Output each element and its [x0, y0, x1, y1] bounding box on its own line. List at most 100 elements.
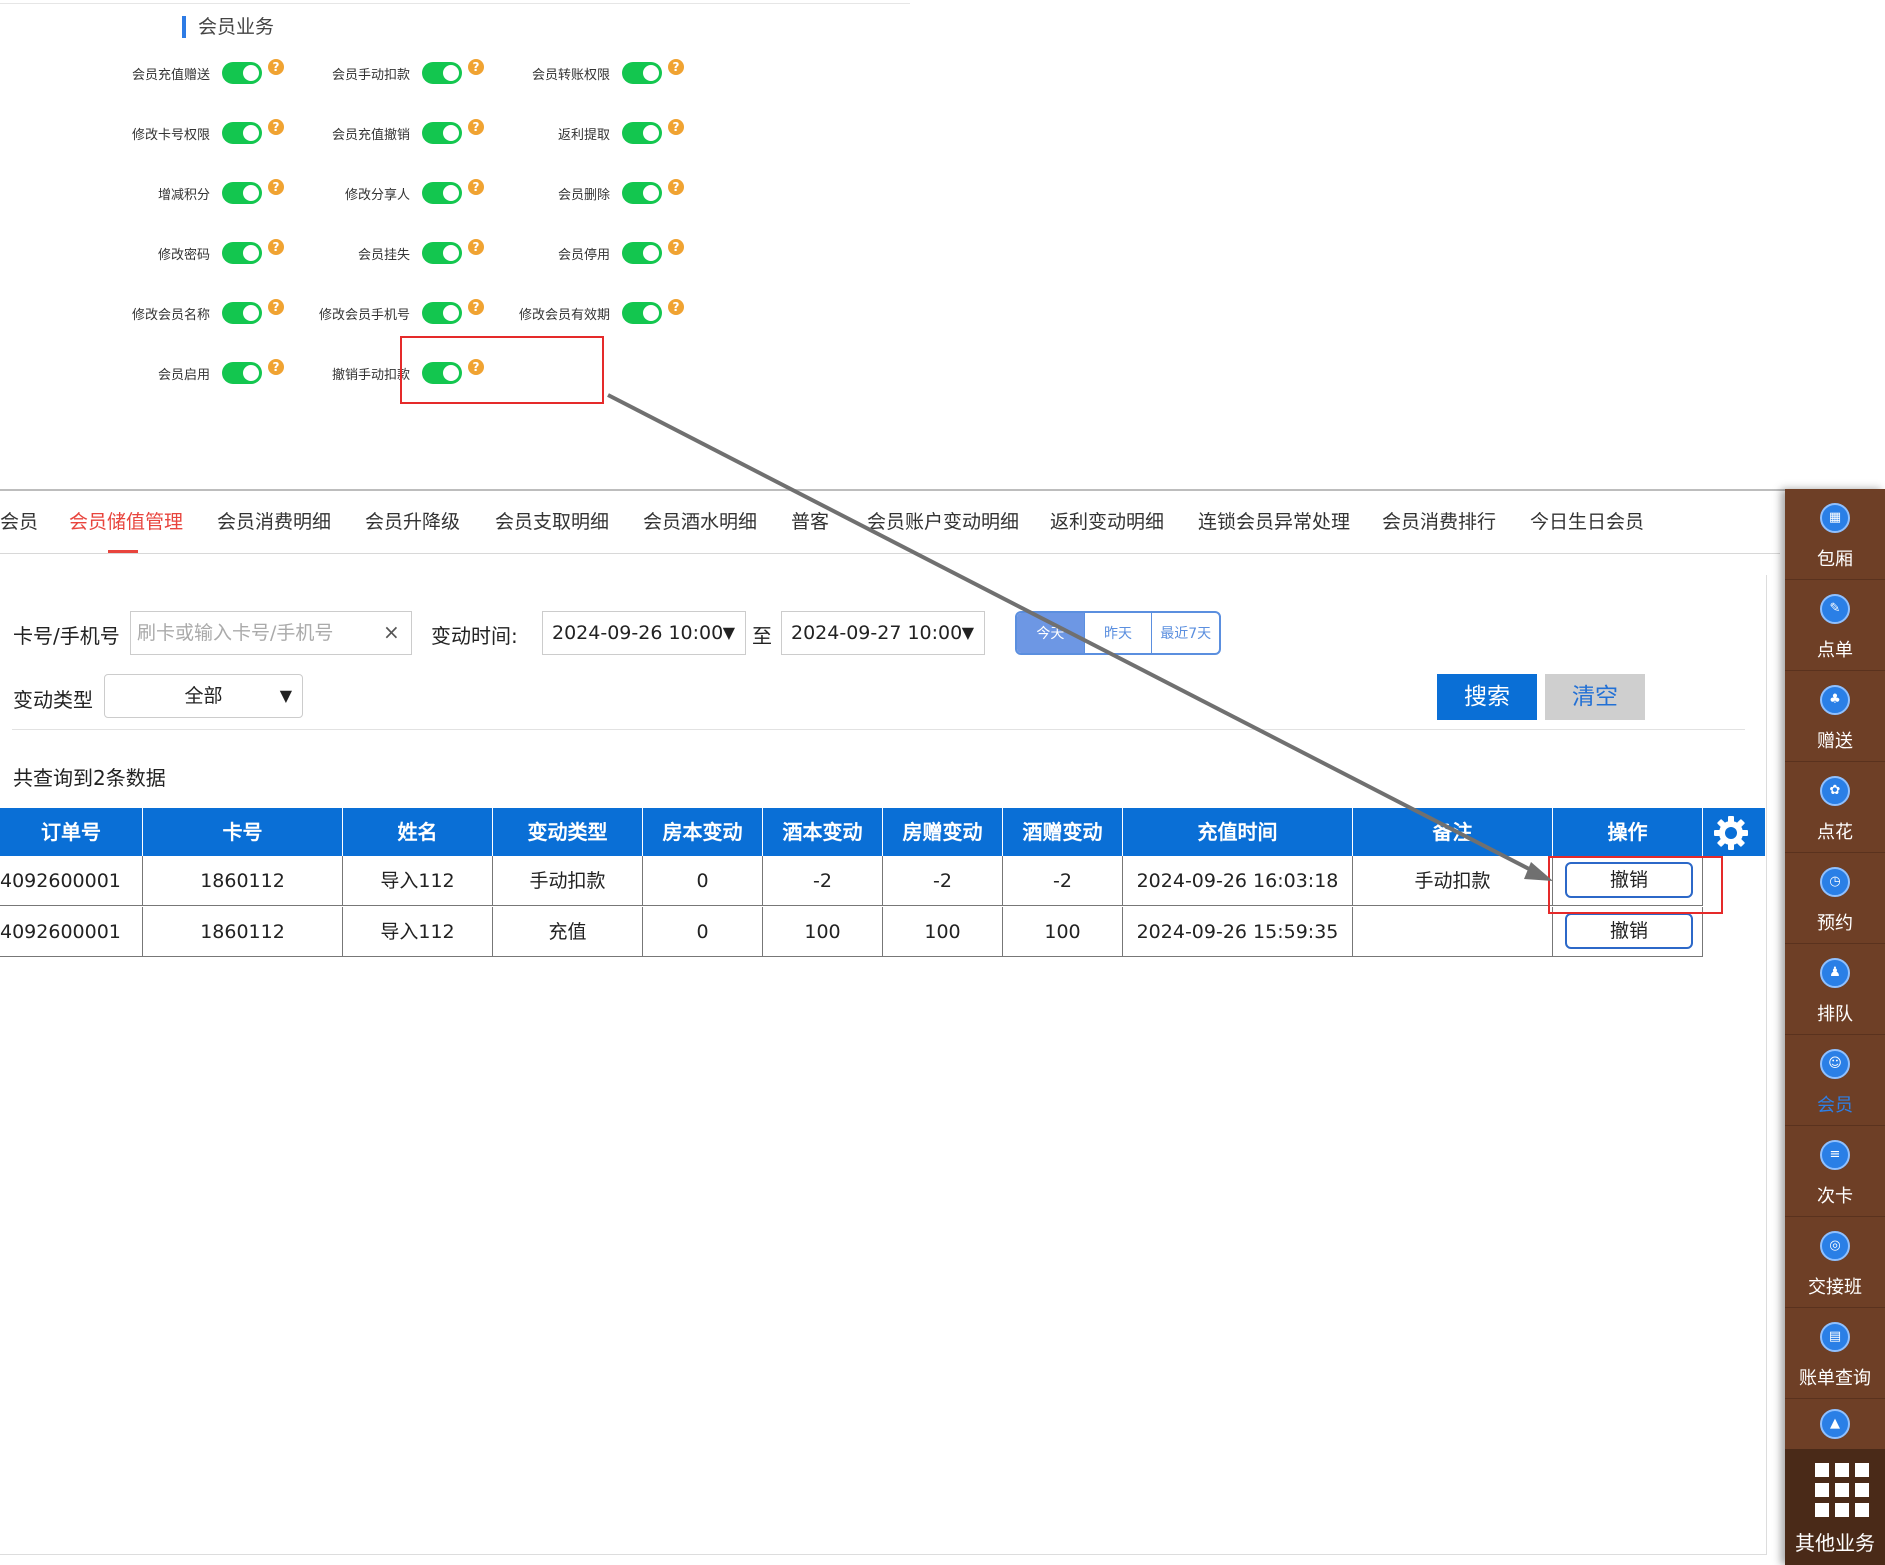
- sidebar-item-flower[interactable]: ✿ 点花: [1785, 762, 1885, 853]
- reserve-icon: ◷: [1820, 867, 1850, 897]
- sidebar-item-reserve[interactable]: ◷ 预约: [1785, 853, 1885, 944]
- tab-member-withdraw[interactable]: 会员支取明细: [495, 496, 609, 554]
- chart-icon: ▲: [1820, 1409, 1850, 1439]
- tab-member-consumption[interactable]: 会员消费明细: [217, 496, 331, 554]
- perm-item: 会员启用?: [72, 356, 284, 390]
- bill-icon: ▤: [1820, 1322, 1850, 1352]
- cell-room-change: 0: [643, 856, 763, 906]
- revoke-button[interactable]: 撤销: [1565, 913, 1693, 949]
- sidebar-item-bill-query[interactable]: ▤ 账单查询: [1785, 1308, 1885, 1399]
- tab-consumption-ranking[interactable]: 会员消费排行: [1382, 496, 1496, 554]
- clear-input-icon[interactable]: ×: [383, 620, 400, 644]
- cell-room-gift-change: -2: [883, 856, 1003, 906]
- toggle-switch[interactable]: [222, 302, 262, 324]
- change-type-value: 全部: [184, 685, 223, 707]
- tab-rebate-changes[interactable]: 返利变动明细: [1050, 496, 1164, 554]
- card-icon: ≡: [1820, 1140, 1850, 1170]
- column-header: 订单号: [0, 808, 143, 856]
- content-panel: [0, 575, 1767, 1555]
- column-header: 酒赠变动: [1003, 808, 1123, 856]
- sidebar-item-report[interactable]: ▲: [1785, 1399, 1885, 1449]
- help-icon[interactable]: ?: [668, 239, 684, 255]
- toggle-switch[interactable]: [222, 242, 262, 264]
- clear-button[interactable]: 清空: [1545, 674, 1645, 720]
- end-time-select[interactable]: 2024-09-27 10:00 ▼: [781, 611, 985, 655]
- chevron-down-icon: ▼: [279, 686, 292, 705]
- tab-account-changes[interactable]: 会员账户变动明细: [867, 496, 1019, 554]
- column-header: 房赠变动: [883, 808, 1003, 856]
- tab-member[interactable]: 会员: [0, 496, 38, 554]
- quick-date-group: 今天 昨天 最近7天: [1015, 611, 1221, 655]
- grid-icon: ▦: [1820, 503, 1850, 533]
- perm-label: 会员删除: [557, 187, 610, 203]
- toggle-switch[interactable]: [422, 62, 462, 84]
- cell-order: 4092600001: [0, 856, 143, 906]
- perm-label: 会员挂失: [357, 247, 410, 263]
- column-header: 姓名: [343, 808, 493, 856]
- help-icon[interactable]: ?: [668, 59, 684, 75]
- perm-item: 修改分享人?: [272, 176, 484, 210]
- toggle-switch[interactable]: [422, 122, 462, 144]
- quick-date-last7[interactable]: 最近7天: [1152, 613, 1219, 653]
- tab-chain-exception[interactable]: 连锁会员异常处理: [1198, 496, 1350, 554]
- toggle-switch[interactable]: [422, 302, 462, 324]
- help-icon[interactable]: ?: [668, 119, 684, 135]
- search-button[interactable]: 搜索: [1437, 674, 1537, 720]
- perm-label: 会员转账权限: [531, 67, 610, 83]
- change-type-select[interactable]: 全部 ▼: [104, 674, 303, 718]
- sidebar-label: 交接班: [1808, 1277, 1862, 1298]
- sidebar-item-member[interactable]: ☺ 会员: [1785, 1035, 1885, 1126]
- sidebar-more-label: 其他业务: [1795, 1531, 1875, 1555]
- cell-remark: 手动扣款: [1353, 856, 1553, 906]
- cell-type: 手动扣款: [493, 856, 643, 906]
- perm-item: 会员挂失?: [272, 236, 484, 270]
- toggle-switch[interactable]: [222, 362, 262, 384]
- help-icon[interactable]: ?: [668, 299, 684, 315]
- sidebar-item-queue[interactable]: ♟ 排队: [1785, 944, 1885, 1035]
- tab-member-level[interactable]: 会员升降级: [365, 496, 460, 554]
- result-count: 共查询到2条数据: [13, 766, 166, 790]
- start-time-select[interactable]: 2024-09-26 10:00 ▼: [542, 611, 746, 655]
- help-icon[interactable]: ?: [668, 179, 684, 195]
- sidebar-label: 点花: [1817, 822, 1853, 843]
- toggle-switch[interactable]: [622, 62, 662, 84]
- sidebar-more-button[interactable]: 其他业务: [1785, 1449, 1885, 1565]
- sidebar-item-count-card[interactable]: ≡ 次卡: [1785, 1126, 1885, 1217]
- gift-icon: ♣: [1820, 685, 1850, 715]
- toggle-switch[interactable]: [622, 242, 662, 264]
- perm-label: 修改密码: [157, 247, 210, 263]
- table-row: 4092600001 1860112 导入112 充值 0 100 100 10…: [0, 907, 1703, 957]
- member-icon: ☺: [1820, 1049, 1850, 1079]
- sidebar-item-order[interactable]: ✎ 点单: [1785, 580, 1885, 671]
- tab-member-stored-value[interactable]: 会员储值管理: [69, 496, 183, 554]
- sidebar-label: 次卡: [1817, 1186, 1853, 1207]
- toggle-switch[interactable]: [222, 62, 262, 84]
- toggle-switch[interactable]: [222, 182, 262, 204]
- tab-regular-guest[interactable]: 普客: [791, 496, 829, 554]
- quick-date-yesterday[interactable]: 昨天: [1085, 613, 1153, 653]
- sidebar-item-shift[interactable]: ◎ 交接班: [1785, 1217, 1885, 1308]
- perm-item: 增减积分?: [72, 176, 284, 210]
- time-range-separator: 至: [752, 624, 772, 648]
- tab-member-drinks[interactable]: 会员酒水明细: [643, 496, 757, 554]
- chevron-down-icon: ▼: [961, 623, 974, 642]
- toggle-switch[interactable]: [622, 122, 662, 144]
- gear-icon[interactable]: [1712, 814, 1750, 852]
- column-header: 酒本变动: [763, 808, 883, 856]
- sidebar-item-rooms[interactable]: ▦ 包厢: [1785, 489, 1885, 580]
- toggle-switch[interactable]: [422, 182, 462, 204]
- tab-bar: 会员 会员储值管理 会员消费明细 会员升降级 会员支取明细 会员酒水明细 普客 …: [0, 496, 1780, 554]
- column-header: 房本变动: [643, 808, 763, 856]
- column-header: 备注: [1353, 808, 1553, 856]
- toggle-switch[interactable]: [422, 242, 462, 264]
- sidebar-label: 会员: [1817, 1095, 1853, 1116]
- tab-birthday-today[interactable]: 今日生日会员: [1530, 496, 1644, 554]
- quick-date-today[interactable]: 今天: [1017, 613, 1085, 653]
- toggle-switch[interactable]: [222, 122, 262, 144]
- card-phone-input[interactable]: [130, 611, 412, 655]
- toggle-switch[interactable]: [622, 302, 662, 324]
- sidebar-item-gift[interactable]: ♣ 赠送: [1785, 671, 1885, 762]
- toggle-switch[interactable]: [622, 182, 662, 204]
- perm-label: 会员停用: [557, 247, 610, 263]
- perm-label: 会员充值撤销: [331, 127, 410, 143]
